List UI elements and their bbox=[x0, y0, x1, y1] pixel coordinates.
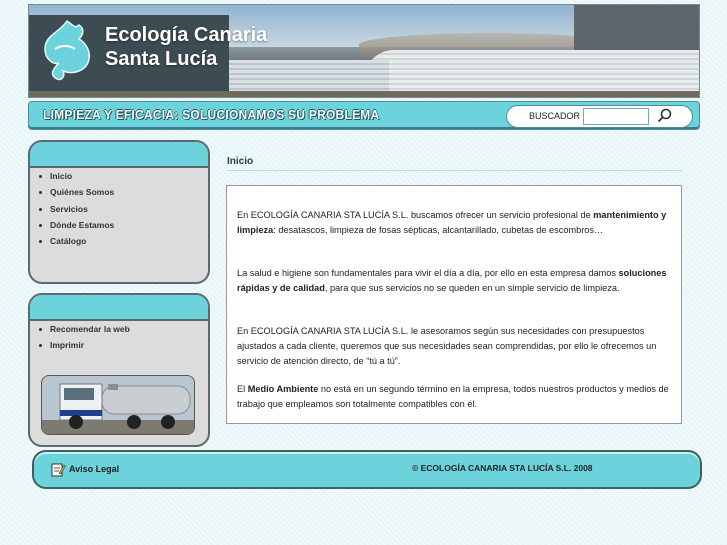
print-link[interactable]: Imprimir bbox=[30, 337, 208, 353]
search-label: BUSCADOR bbox=[529, 111, 581, 121]
search-box: BUSCADOR bbox=[506, 105, 693, 128]
slogan-text: LIMPIEZA Y EFICACIA: SOLUCIONAMOS SU PRO… bbox=[43, 107, 380, 122]
brand-line-2: Santa Lucía bbox=[105, 48, 218, 70]
main-menu: Inicio Quiénes Somos Servicios Dónde Est… bbox=[30, 168, 208, 249]
menu-item-quienes-somos[interactable]: Quiénes Somos bbox=[30, 184, 208, 200]
magnifier-icon[interactable] bbox=[655, 107, 675, 125]
tools-menu: Recomendar la web Imprimir bbox=[30, 321, 208, 354]
header-banner: Ecología Canaria Santa Lucía bbox=[28, 4, 700, 98]
menu-item-servicios[interactable]: Servicios bbox=[30, 201, 208, 217]
banner-tank bbox=[364, 50, 699, 94]
paragraph-advice: En ECOLOGÍA CANARIA STA LUCÍA S.L. le as… bbox=[237, 326, 657, 366]
footer: Aviso Legal © ECOLOGÍA CANARIA STA LUCÍA… bbox=[32, 450, 702, 489]
menu-item-donde-estamos[interactable]: Dónde Estamos bbox=[30, 217, 208, 233]
menu-item-catalogo[interactable]: Catálogo bbox=[30, 233, 208, 249]
title-divider bbox=[227, 170, 682, 171]
page-title: Inicio bbox=[227, 156, 254, 167]
banner-ground bbox=[29, 91, 699, 97]
paragraph-health: La salud e higiene son fundamentales par… bbox=[237, 268, 667, 293]
menu-item-inicio[interactable]: Inicio bbox=[30, 168, 208, 184]
paragraph-environment: El Medio Ambiente no está en un segundo … bbox=[237, 384, 669, 409]
brand-line-1: Ecología Canaria bbox=[105, 24, 268, 46]
tools-cap bbox=[30, 295, 208, 321]
brand-name: Ecología Canaria Santa Lucía bbox=[105, 23, 267, 71]
truck-photo bbox=[41, 375, 195, 435]
copyright-text: © ECOLOGÍA CANARIA STA LUCÍA S.L. 2008 bbox=[412, 463, 593, 473]
content-panel: En ECOLOGÍA CANARIA STA LUCÍA S.L. busca… bbox=[226, 185, 682, 424]
paragraph-services: En ECOLOGÍA CANARIA STA LUCÍA S.L. busca… bbox=[237, 210, 667, 235]
splash-logo-icon bbox=[44, 19, 91, 81]
slogan-bar: LIMPIEZA Y EFICACIA: SOLUCIONAMOS SU PRO… bbox=[28, 101, 700, 130]
recommend-link[interactable]: Recomendar la web bbox=[30, 321, 208, 337]
legal-notice-label: Aviso Legal bbox=[69, 464, 120, 474]
search-input[interactable] bbox=[583, 108, 649, 125]
banner-building bbox=[574, 5, 699, 51]
main-menu-cap bbox=[30, 142, 208, 168]
main-menu-box: Inicio Quiénes Somos Servicios Dónde Est… bbox=[28, 140, 210, 284]
tools-box: Recomendar la web Imprimir bbox=[28, 293, 210, 447]
edit-document-icon bbox=[51, 463, 66, 477]
